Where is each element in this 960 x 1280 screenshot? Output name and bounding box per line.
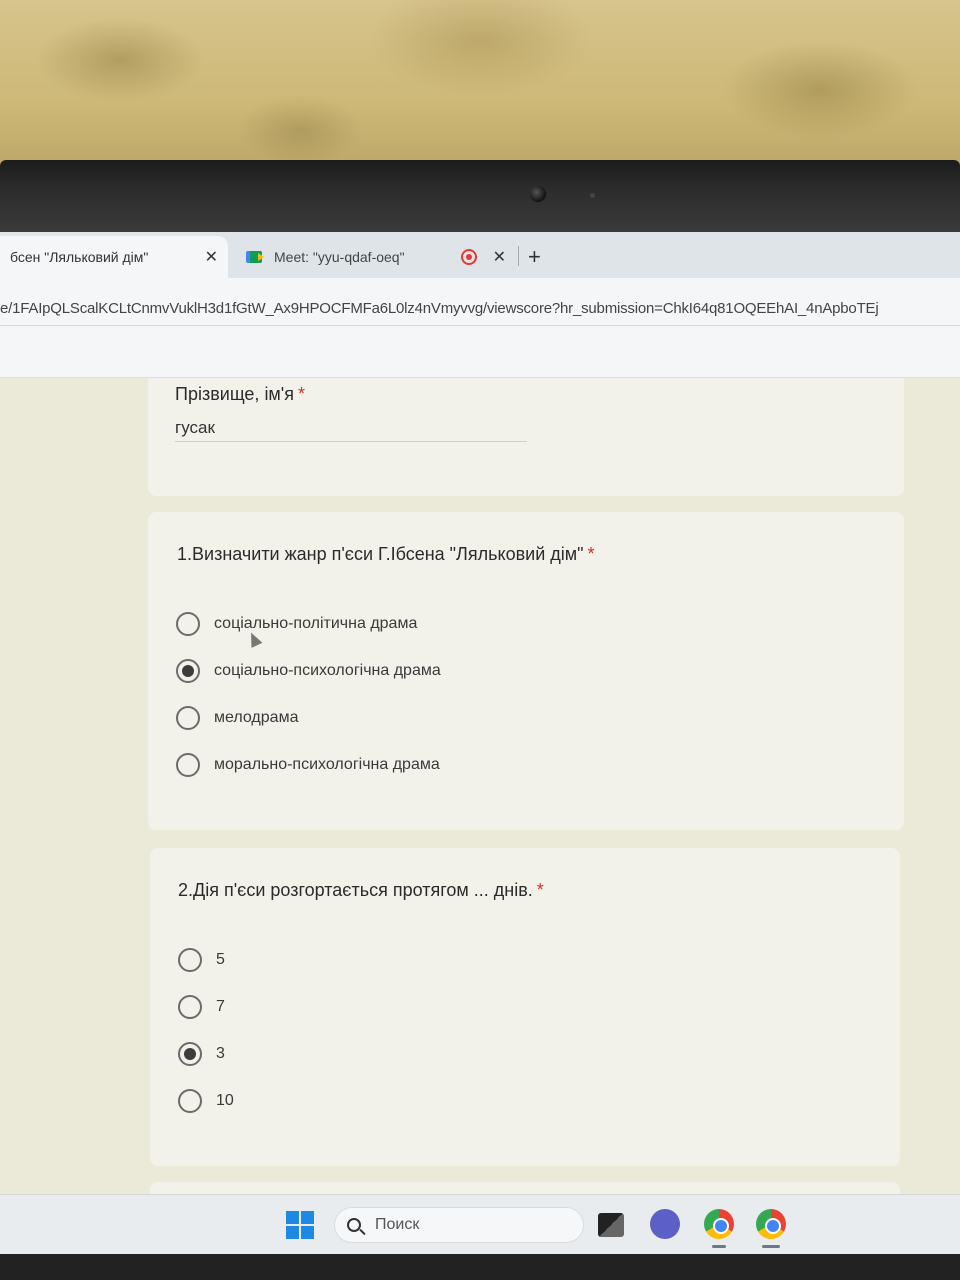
taskbar-search[interactable]: Поиск <box>334 1207 584 1243</box>
question-card-1: 1.Визначити жанр п'єси Г.Ібсена "Ляльков… <box>148 512 904 830</box>
name-answer: гусак <box>175 418 215 437</box>
radio-option[interactable]: 7 <box>178 983 234 1030</box>
search-icon <box>347 1218 361 1232</box>
wall-background <box>0 0 960 178</box>
radio-button[interactable] <box>176 611 200 636</box>
tab-label: бсен "Ляльковий дім" <box>10 249 149 265</box>
option-label: 10 <box>216 1091 234 1109</box>
radio-option[interactable]: 10 <box>178 1077 234 1124</box>
chrome-icon[interactable] <box>756 1209 786 1239</box>
question-card-2: 2.Дія п'єси розгортається протягом ... д… <box>150 848 900 1166</box>
bookmarks-bar <box>0 326 960 378</box>
close-icon[interactable]: ✕ <box>493 247 506 267</box>
option-label: 5 <box>216 950 225 968</box>
question-2-options: 5 7 3 10 <box>178 936 234 1124</box>
windows-taskbar: Поиск <box>0 1194 960 1254</box>
name-question-title: Прізвище, ім'я * <box>175 384 306 404</box>
radio-option[interactable]: соціально-психологічна драма <box>176 647 441 694</box>
radio-button[interactable] <box>178 947 202 972</box>
name-question-card: Прізвище, ім'я * гусак <box>148 378 904 496</box>
running-indicator <box>712 1245 726 1248</box>
question-card-3 <box>150 1182 900 1194</box>
radio-button[interactable] <box>178 1088 202 1113</box>
tab-meet[interactable]: Meet: "yyu-qdaf-oeq" ✕ <box>236 236 516 278</box>
radio-option[interactable]: мелодрама <box>176 694 441 741</box>
url-text[interactable]: e/1FAIpQLScalKCLtCnmvVuklH3d1fGtW_Ax9HPO… <box>0 300 879 317</box>
windows-start-icon[interactable] <box>286 1211 314 1239</box>
webcam-icon <box>530 186 546 202</box>
camera-indicator <box>590 193 595 198</box>
radio-option[interactable]: 3 <box>178 1030 234 1077</box>
option-label: соціально-психологічна драма <box>214 661 441 679</box>
tab-label: Meet: "yyu-qdaf-oeq" <box>274 249 405 265</box>
question-1-title: 1.Визначити жанр п'єси Г.Ібсена "Ляльков… <box>177 544 595 564</box>
required-asterisk: * <box>298 384 306 404</box>
required-asterisk: * <box>587 544 595 564</box>
required-asterisk: * <box>536 880 544 900</box>
radio-option[interactable]: морально-психологічна драма <box>176 741 441 788</box>
radio-option[interactable]: 5 <box>178 936 234 983</box>
new-tab-button[interactable]: + <box>528 244 541 270</box>
browser-tab-bar: бсен "Ляльковий дім" ✕ Meet: "yyu-qdaf-o… <box>0 232 960 278</box>
question-2-title: 2.Дія п'єси розгортається протягом ... д… <box>178 880 544 900</box>
radio-button[interactable] <box>176 752 200 777</box>
meet-icon <box>246 250 264 264</box>
chat-icon[interactable] <box>650 1209 680 1239</box>
option-label: мелодрама <box>214 708 299 726</box>
radio-button-checked[interactable] <box>178 1041 202 1066</box>
option-label: соціально-політична драма <box>214 614 418 632</box>
radio-option[interactable]: соціально-політична драма <box>176 600 441 647</box>
active-indicator <box>762 1245 780 1248</box>
address-bar[interactable]: e/1FAIpQLScalKCLtCnmvVuklH3d1fGtW_Ax9HPO… <box>0 278 960 326</box>
option-label: 7 <box>216 997 225 1015</box>
radio-button[interactable] <box>178 994 202 1019</box>
task-view-icon[interactable] <box>598 1213 624 1237</box>
recording-icon <box>460 249 477 265</box>
laptop-bezel-top <box>0 160 960 232</box>
radio-button[interactable] <box>176 705 200 730</box>
laptop-bezel-bottom <box>0 1254 960 1280</box>
tab-separator <box>518 246 519 266</box>
answer-underline <box>175 441 527 442</box>
option-label: морально-психологічна драма <box>214 755 440 773</box>
question-1-options: соціально-політична драма соціально-псих… <box>176 600 441 788</box>
radio-button-checked[interactable] <box>176 658 200 683</box>
search-placeholder: Поиск <box>375 1216 420 1233</box>
tab-form[interactable]: бсен "Ляльковий дім" ✕ <box>0 236 228 278</box>
form-page: Прізвище, ім'я * гусак 1.Визначити жанр п… <box>0 378 960 1194</box>
close-icon[interactable]: ✕ <box>205 247 218 267</box>
option-label: 3 <box>216 1044 225 1062</box>
chrome-icon[interactable] <box>704 1209 734 1239</box>
